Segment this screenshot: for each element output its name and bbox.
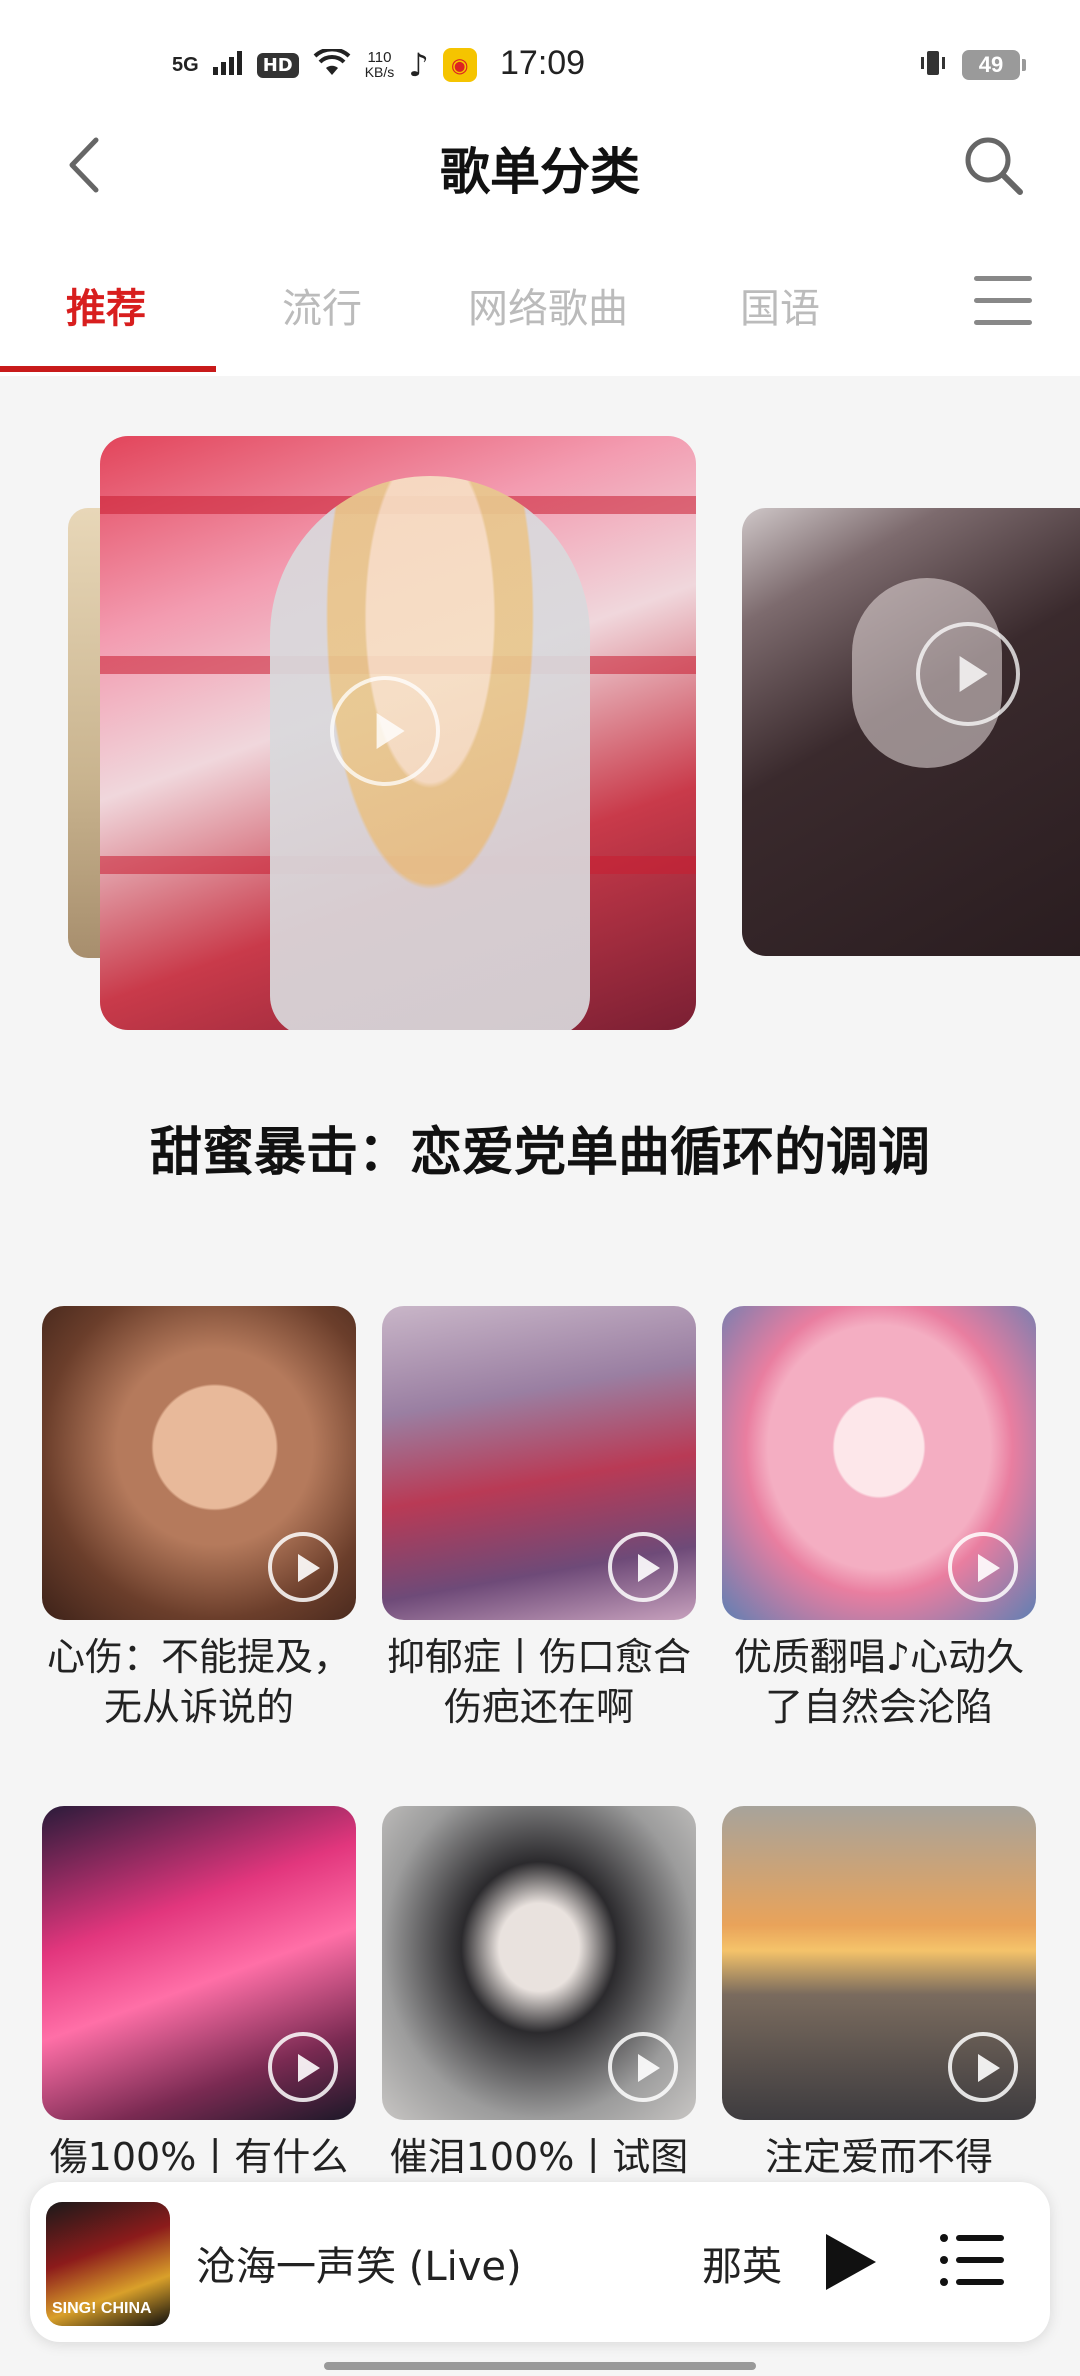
search-icon	[965, 137, 1023, 195]
clock: 17:09	[500, 44, 586, 82]
playlist-card[interactable]: 抑郁症丨伤口愈合伤疤还在啊	[382, 1306, 696, 1732]
header: 歌单分类	[0, 120, 1080, 210]
menu-button[interactable]	[974, 276, 1034, 330]
music-note-icon: ♪	[408, 46, 429, 84]
playlist-card[interactable]: 催泪100%丨试图	[382, 1806, 696, 2174]
speed-value: 110	[367, 49, 392, 66]
play-icon	[948, 1532, 1018, 1602]
tab-mandarin[interactable]: 国语	[740, 276, 820, 334]
featured-playlist-title: 甜蜜暴击：恋爱党单曲循环的调调	[149, 1123, 930, 1183]
playlist-cover	[722, 1306, 1036, 1620]
playlist-card[interactable]: 优质翻唱♪心动久了自然会沦陷	[722, 1306, 1036, 1732]
mini-player[interactable]: SING! CHINA 沧海一声笑 (Live) 那英	[30, 2182, 1050, 2342]
playlist-button[interactable]	[940, 2232, 1004, 2292]
play-icon	[330, 676, 440, 786]
battery-icon: 49	[962, 50, 1026, 80]
playlist-card[interactable]: 心伤：不能提及，无从诉说的	[42, 1306, 356, 1732]
page-title: 歌单分类	[440, 143, 640, 201]
playlist-card[interactable]: 傷100%丨有什么	[42, 1806, 356, 2174]
playlist-title: 抑郁症丨伤口愈合伤疤还在啊	[386, 1635, 691, 1729]
playlist-cover	[42, 1306, 356, 1620]
play-icon	[608, 1532, 678, 1602]
wifi-icon	[313, 47, 351, 81]
carousel-card-current[interactable]	[100, 436, 696, 1030]
status-left: 5G HD 110 KB/s ♪ ◉	[172, 46, 477, 84]
home-indicator[interactable]	[324, 2362, 756, 2370]
playlist-cover	[722, 1806, 1036, 2120]
weibo-icon: ◉	[442, 48, 477, 82]
status-bar: 5G HD 110 KB/s ♪ ◉ 17:09 49	[0, 40, 1080, 96]
category-tabs: 推荐 流行 网络歌曲 国语	[0, 262, 1080, 372]
playlist-title: 傷100%丨有什么	[49, 2135, 349, 2174]
speed-indicator: 110 KB/s	[365, 50, 395, 80]
now-playing-cover[interactable]: SING! CHINA	[46, 2202, 170, 2326]
play-icon	[268, 1532, 338, 1602]
now-playing-title: 沧海一声笑 (Live)	[196, 2244, 522, 2290]
featured-carousel	[0, 420, 1080, 1060]
speed-unit: KB/s	[364, 64, 395, 80]
play-icon	[268, 2032, 338, 2102]
playlist-title: 优质翻唱♪心动久了自然会沦陷	[733, 1635, 1025, 1729]
play-icon	[608, 2032, 678, 2102]
search-button[interactable]	[958, 130, 1028, 200]
playlist-title: 心伤：不能提及，无从诉说的	[46, 1635, 351, 1729]
carousel-card-next[interactable]	[742, 508, 1080, 956]
menu-icon	[974, 276, 1034, 325]
play-icon	[948, 2032, 1018, 2102]
tab-recommend[interactable]: 推荐	[66, 276, 146, 334]
tab-internet-songs[interactable]: 网络歌曲	[468, 276, 628, 334]
now-playing-artist: 那英	[702, 2244, 782, 2290]
signal-icon	[212, 51, 243, 79]
playlist-cover	[382, 1806, 696, 2120]
playlist-title: 注定爱而不得	[764, 2135, 993, 2174]
play-button[interactable]	[812, 2226, 884, 2298]
hd-badge: HD	[256, 52, 299, 78]
playlist-card[interactable]: 注定爱而不得	[722, 1806, 1036, 2174]
playlist-cover	[382, 1306, 696, 1620]
playlist-cover	[42, 1806, 356, 2120]
tab-indicator	[0, 366, 216, 372]
vibrate-icon	[918, 48, 948, 82]
cover-text: SING! CHINA	[52, 2300, 152, 2317]
play-icon	[916, 622, 1020, 726]
network-indicator: 5G	[172, 53, 199, 76]
playlist-title: 催泪100%丨试图	[389, 2135, 689, 2174]
status-right: 49	[918, 48, 1026, 82]
tab-pop[interactable]: 流行	[282, 276, 362, 334]
